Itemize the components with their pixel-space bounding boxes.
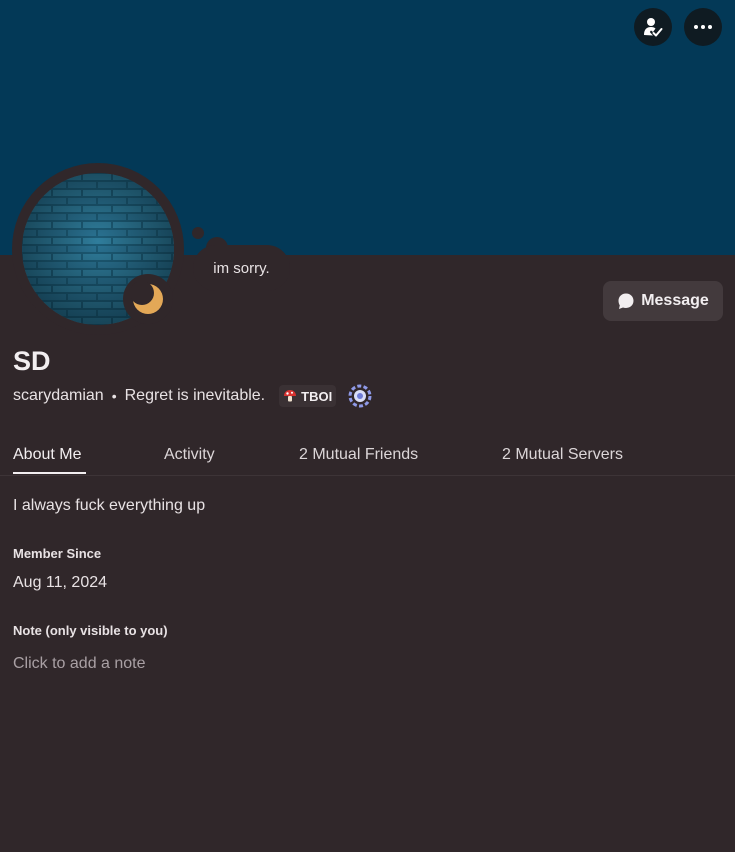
bio-text: I always fuck everything up [13, 497, 206, 514]
person-check-icon [644, 18, 663, 37]
guild-tag-label: TBOI [301, 388, 333, 404]
note-heading: Note (only visible to you) [13, 623, 168, 638]
quest-badge[interactable] [348, 384, 372, 408]
guild-tag[interactable]: TBOI [279, 385, 337, 407]
chat-bubble-icon [618, 293, 634, 309]
tab-mutual-friends[interactable]: 2 Mutual Friends [299, 446, 418, 464]
presence-indicator [123, 274, 173, 324]
member-since-heading: Member Since [13, 546, 102, 561]
custom-status-bubble[interactable]: im sorry. [193, 245, 290, 291]
active-tab-indicator [13, 472, 86, 474]
tab-about-me[interactable]: About Me [13, 446, 81, 464]
moon-icon [131, 282, 163, 314]
ellipsis-icon [694, 25, 712, 29]
friend-status-button[interactable] [634, 8, 672, 46]
mushroom-icon [284, 390, 297, 402]
username[interactable]: scarydamian [13, 387, 104, 405]
tab-mutual-servers[interactable]: 2 Mutual Servers [502, 446, 623, 464]
message-button[interactable]: Message [603, 281, 723, 321]
status-bubble-tail-small [192, 227, 204, 239]
profile-tabs: About Me Activity 2 Mutual Friends 2 Mut… [0, 442, 735, 476]
pronouns: Regret is inevitable. [124, 387, 266, 404]
display-name: SD [13, 346, 51, 376]
profile-subline: scarydamian • Regret is inevitable. TBOI [13, 384, 372, 408]
member-since-value: Aug 11, 2024 [13, 574, 108, 591]
separator-dot: • [111, 388, 117, 404]
tab-activity[interactable]: Activity [164, 446, 215, 464]
more-options-button[interactable] [684, 8, 722, 46]
quest-badge-icon [348, 384, 372, 408]
note-input[interactable] [13, 652, 413, 676]
message-button-label: Message [641, 292, 709, 309]
